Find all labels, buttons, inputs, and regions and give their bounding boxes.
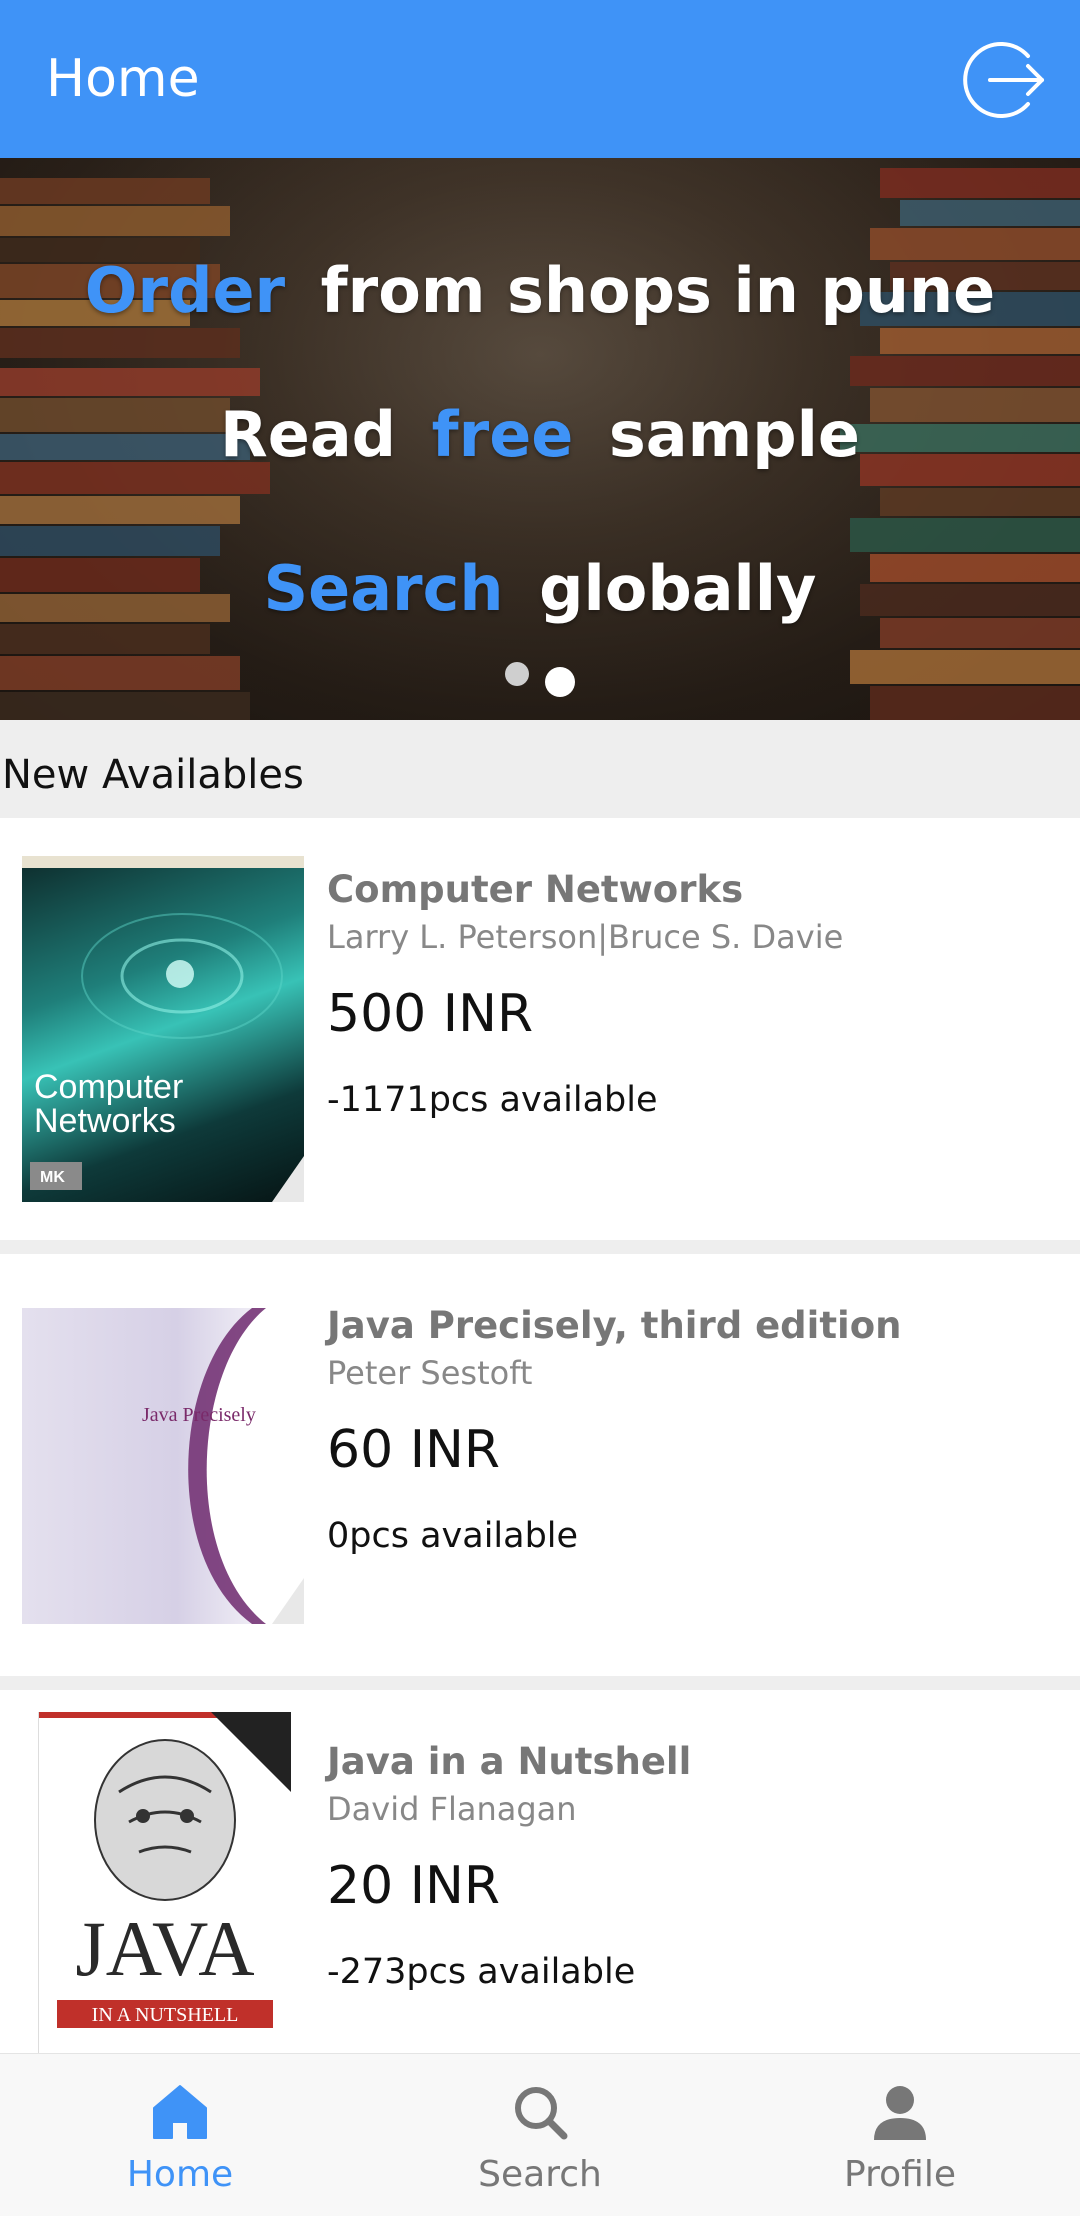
book-cover-art: [188, 1308, 304, 1624]
book-author: Larry L. Peterson|Bruce S. Davie: [327, 918, 844, 956]
carousel-dot-active[interactable]: [545, 666, 575, 697]
nav-profile-label: Profile: [844, 2154, 956, 2195]
promo-carousel[interactable]: Order from shops in pune Read free sampl…: [0, 158, 1080, 720]
banner-text-globally: globally: [539, 552, 817, 625]
book-card[interactable]: MK Computer Networks Computer Networks L…: [0, 818, 1080, 1240]
book-cover-title: Java Precisely: [142, 1404, 256, 1426]
book-author: David Flanagan: [327, 1790, 577, 1828]
bottom-navigation: Home Search Profile: [0, 2053, 1080, 2216]
banner-highlight-free: free: [431, 398, 574, 471]
nav-profile[interactable]: Profile: [720, 2054, 1080, 2216]
carousel-dot[interactable]: [505, 662, 529, 686]
book-cover: Java Precisely: [22, 1308, 304, 1624]
book-title: Java Precisely, third edition: [327, 1304, 902, 1347]
page-title: Home: [46, 49, 200, 109]
book-title: Java in a Nutshell: [327, 1740, 692, 1783]
book-stock: 0pcs available: [327, 1516, 579, 1556]
search-icon: [515, 2087, 568, 2140]
home-icon: [153, 2085, 207, 2139]
book-price: 500 INR: [327, 984, 534, 1044]
book-cover: JAVA IN A NUTSHELL: [38, 1712, 291, 2053]
nav-home[interactable]: Home: [0, 2054, 360, 2216]
book-cover-art: [39, 1712, 291, 2028]
book-cover-subtitle: IN A NUTSHELL: [91, 2004, 239, 2026]
section-title: New Availables: [2, 752, 304, 798]
book-cover: MK Computer Networks: [22, 856, 304, 1202]
banner-line-search: Search globally: [0, 552, 1080, 625]
section-header: New Availables: [0, 720, 1080, 818]
banner-highlight-search: Search: [263, 552, 504, 625]
banner-text-sample: sample: [608, 398, 860, 471]
book-card[interactable]: Java Precisely Java Precisely, third edi…: [0, 1254, 1080, 1676]
banner-highlight-order: Order: [84, 254, 286, 327]
book-author: Peter Sestoft: [327, 1354, 533, 1392]
book-stock: -1171pcs available: [327, 1080, 658, 1120]
banner-line-read: Read free sample: [0, 398, 1080, 471]
book-cover-title: Computer Networks: [34, 1068, 184, 1140]
banner-line-order: Order from shops in pune: [0, 254, 1080, 327]
book-card[interactable]: JAVA IN A NUTSHELL Java in a Nutshell Da…: [0, 1690, 1080, 2053]
svg-text:MK: MK: [40, 1169, 65, 1186]
app-bar: Home: [0, 0, 1080, 158]
nav-search[interactable]: Search: [360, 2054, 720, 2216]
carousel-indicator: [0, 662, 1080, 697]
logout-icon[interactable]: [954, 32, 1050, 128]
book-cover-title: JAVA: [75, 1905, 255, 1992]
profile-icon: [874, 2086, 926, 2140]
nav-search-label: Search: [478, 2154, 602, 2195]
banner-text-read: Read: [220, 398, 397, 471]
banner-text-order: from shops in pune: [320, 254, 996, 327]
card-divider: [0, 1676, 1080, 1690]
book-price: 20 INR: [327, 1856, 501, 1916]
book-stock: -273pcs available: [327, 1952, 636, 1992]
card-divider: [0, 1240, 1080, 1254]
book-title: Computer Networks: [327, 868, 744, 911]
nav-home-label: Home: [126, 2154, 234, 2195]
book-price: 60 INR: [327, 1420, 501, 1480]
book-cover-art: MK: [22, 856, 304, 1202]
